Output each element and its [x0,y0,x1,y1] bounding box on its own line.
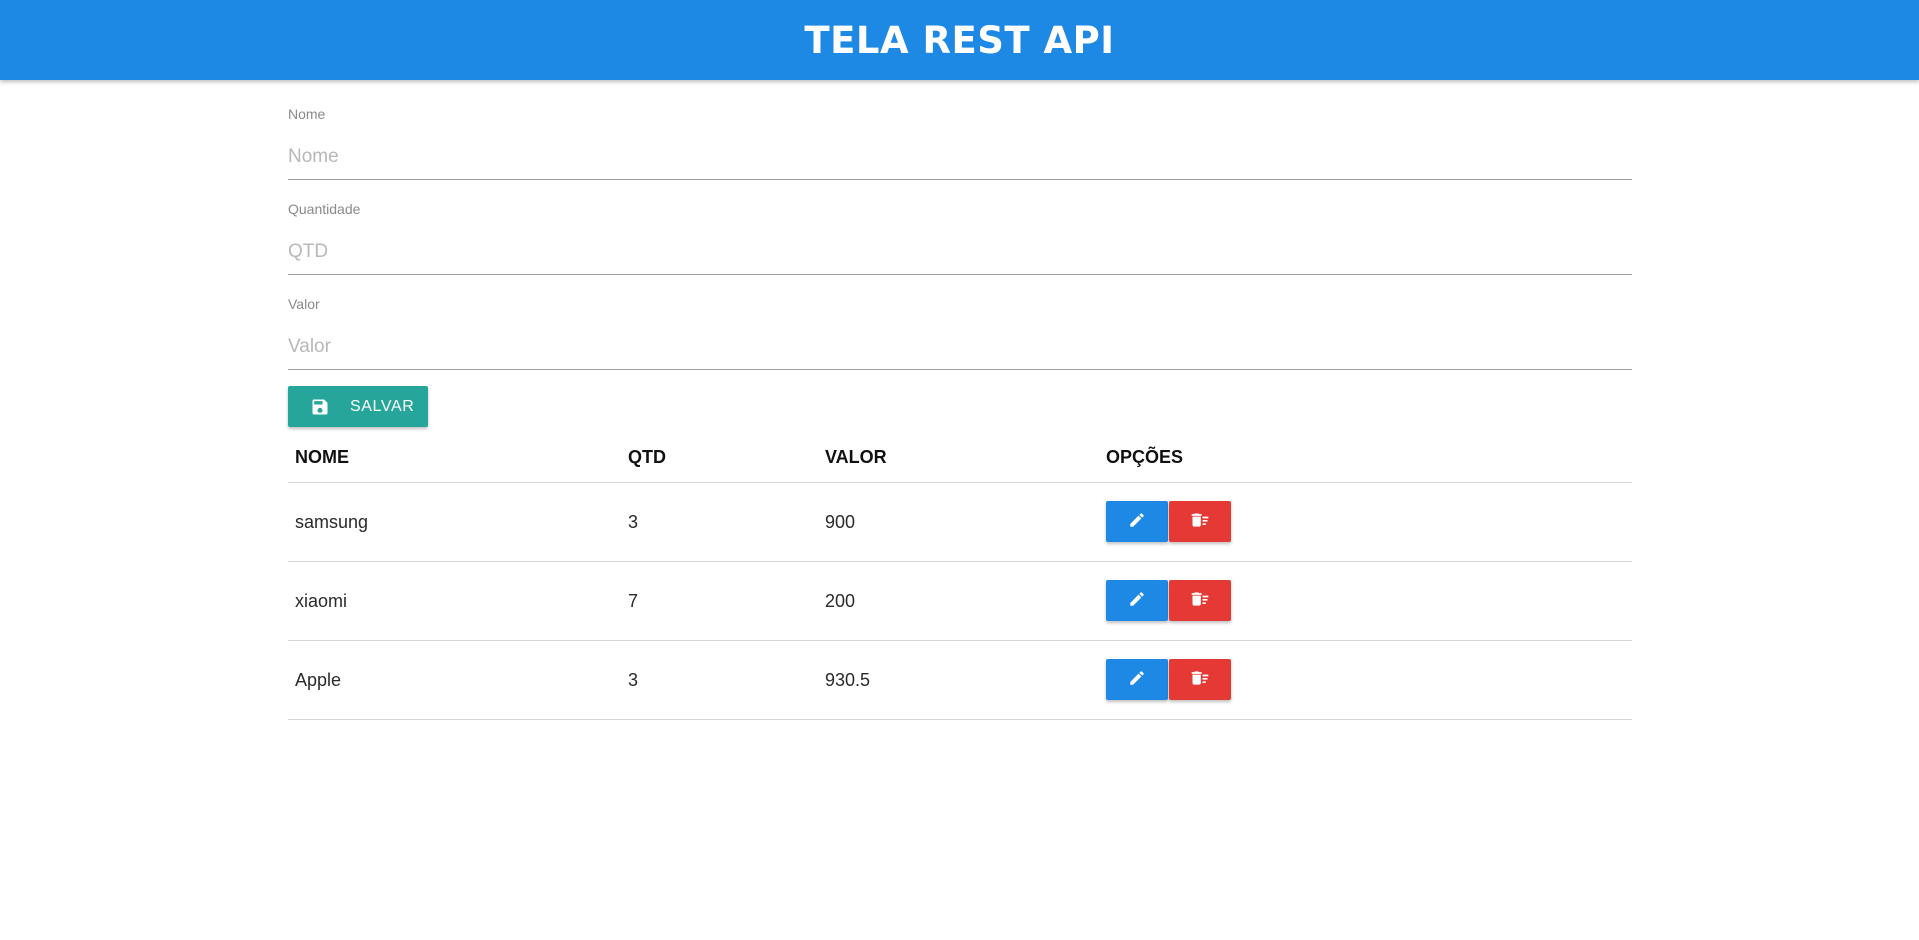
cell-nome: Apple [295,670,342,690]
delete-sweep-icon [1190,589,1210,612]
edit-button[interactable] [1106,501,1168,542]
quantidade-field: Quantidade [288,175,1632,275]
row-actions [1106,501,1231,542]
edit-button[interactable] [1106,659,1168,700]
save-label: SALVAR [350,397,415,415]
products-table: NOME QTD VALOR OPÇÕES samsung 3 900 xiao… [288,435,1632,720]
table-row: samsung 3 900 [288,483,1632,562]
cell-qtd: 3 [628,670,639,690]
cell-valor: 900 [825,512,856,532]
delete-button[interactable] [1169,501,1231,542]
valor-input[interactable] [288,325,1632,370]
cell-valor: 930.5 [825,670,871,690]
edit-button[interactable] [1106,580,1168,621]
cell-nome: xiaomi [295,591,348,611]
quantidade-label: Quantidade [288,201,361,217]
table-header: NOME QTD VALOR OPÇÕES [288,435,1632,483]
quantidade-input[interactable] [288,230,1632,275]
main-content: Nome Quantidade Valor SALVAR NOME QTD VA… [288,80,1632,720]
table-row: xiaomi 7 200 [288,562,1632,641]
save-icon [310,397,330,417]
valor-label: Valor [288,296,320,312]
header-opcoes: OPÇÕES [1106,447,1184,467]
cell-qtd: 7 [628,591,639,611]
header-valor: VALOR [825,447,887,467]
header-nome: NOME [295,447,349,467]
app-header: TELA REST API [0,0,1919,80]
page-title: TELA REST API [804,18,1115,62]
nome-input[interactable] [288,135,1632,180]
nome-field: Nome [288,80,1632,180]
header-qtd: QTD [628,447,666,467]
nome-label: Nome [288,106,326,122]
cell-nome: samsung [295,512,369,532]
cell-valor: 200 [825,591,856,611]
row-actions [1106,659,1231,700]
delete-button[interactable] [1169,580,1231,621]
delete-button[interactable] [1169,659,1231,700]
valor-field: Valor [288,270,1632,370]
delete-sweep-icon [1190,668,1210,691]
table-row: Apple 3 930.5 [288,641,1632,720]
pencil-icon [1128,511,1146,532]
product-form: Nome Quantidade Valor SALVAR [288,80,1632,427]
delete-sweep-icon [1190,510,1210,533]
row-actions [1106,580,1231,621]
pencil-icon [1128,669,1146,690]
pencil-icon [1128,590,1146,611]
save-button[interactable]: SALVAR [288,386,428,427]
cell-qtd: 3 [628,512,639,532]
